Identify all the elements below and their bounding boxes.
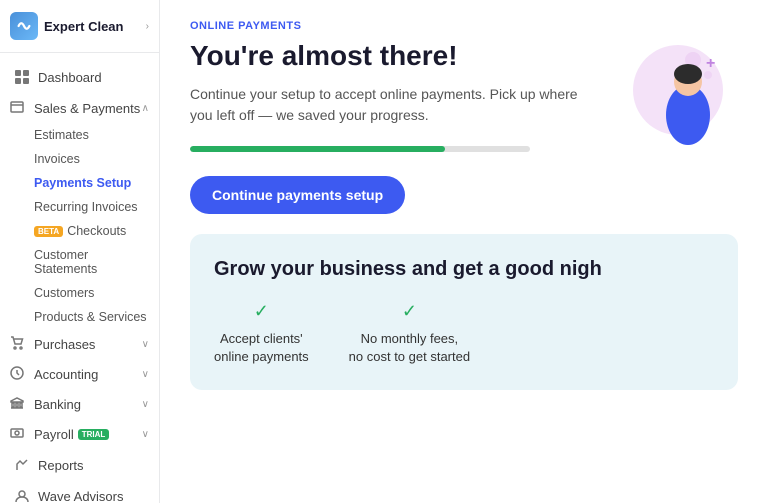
dashboard-label: Dashboard (38, 70, 102, 85)
app-name: Expert Clean (44, 19, 146, 34)
payroll-label: Payroll (34, 427, 74, 442)
accounting-label: Accounting (34, 367, 98, 382)
products-services-label: Products & Services (34, 310, 147, 324)
sidebar-item-customer-statements[interactable]: Customer Statements (0, 243, 159, 281)
invoices-label: Invoices (34, 152, 80, 166)
svg-text:+: + (706, 55, 715, 72)
sidebar-item-banking[interactable]: Banking ∨ (0, 389, 159, 419)
trial-badge: TRIAL (78, 429, 110, 440)
sidebar-item-products-services[interactable]: Products & Services (0, 305, 159, 329)
sidebar-item-dashboard[interactable]: Dashboard (4, 62, 155, 92)
promo-section: Grow your business and get a good nigh ✓… (190, 234, 738, 390)
main-content: ONLINE PAYMENTS You're almost there! Con… (160, 0, 768, 503)
sales-payments-label: Sales & Payments (34, 101, 140, 116)
hero-illustration: + (618, 40, 738, 155)
promo-feature-1: ✓ Accept clients'online payments (214, 301, 309, 366)
check-icon-1: ✓ (214, 301, 309, 322)
sales-chevron-icon: ∧ (142, 103, 149, 114)
banking-label: Banking (34, 397, 81, 412)
customer-statements-label: Customer Statements (34, 248, 149, 276)
sidebar-logo[interactable]: Expert Clean › (0, 0, 159, 53)
sidebar-item-invoices[interactable]: Invoices (0, 147, 159, 171)
section-label: ONLINE PAYMENTS (190, 20, 738, 32)
wave-advisors-label: Wave Advisors (38, 489, 124, 503)
promo-feature-text-2: No monthly fees,no cost to get started (349, 330, 470, 366)
dashboard-icon (14, 69, 30, 85)
payroll-icon (10, 426, 26, 442)
payments-setup-label: Payments Setup (34, 176, 131, 190)
payroll-chevron-icon: ∨ (142, 429, 149, 440)
sidebar-item-payroll[interactable]: Payroll TRIAL ∨ (0, 419, 159, 449)
promo-feature-2: ✓ No monthly fees,no cost to get started (349, 301, 470, 366)
purchases-icon (10, 336, 26, 352)
sales-icon (10, 100, 26, 116)
progress-bar-container (190, 146, 530, 152)
continue-payments-setup-button[interactable]: Continue payments setup (190, 176, 405, 214)
accounting-chevron-icon: ∨ (142, 369, 149, 380)
sidebar-item-payments-setup[interactable]: Payments Setup (0, 171, 159, 195)
sidebar-item-purchases[interactable]: Purchases ∨ (0, 329, 159, 359)
logo-chevron-icon: › (146, 21, 149, 32)
app-logo-icon (10, 12, 38, 40)
accounting-icon (10, 366, 26, 382)
promo-feature-text-1: Accept clients'online payments (214, 330, 309, 366)
sidebar: Expert Clean › Dashboard Sales (0, 0, 160, 503)
reports-icon (14, 457, 30, 473)
payments-setup-page: ONLINE PAYMENTS You're almost there! Con… (160, 0, 768, 410)
checkouts-label: Checkouts (67, 224, 126, 238)
beta-badge: BETA (34, 226, 63, 237)
promo-title: Grow your business and get a good nigh (214, 258, 714, 281)
hero-subtitle: Continue your setup to accept online pay… (190, 84, 598, 126)
customers-label: Customers (34, 286, 94, 300)
sidebar-item-recurring-invoices[interactable]: Recurring Invoices (0, 195, 159, 219)
estimates-label: Estimates (34, 128, 89, 142)
purchases-label: Purchases (34, 337, 95, 352)
main-nav: Dashboard Sales & Payments ∧ Estimates I… (0, 53, 159, 503)
sidebar-item-checkouts[interactable]: BETA Checkouts (0, 219, 159, 243)
sidebar-item-estimates[interactable]: Estimates (0, 123, 159, 147)
banking-chevron-icon: ∨ (142, 399, 149, 410)
promo-features: ✓ Accept clients'online payments ✓ No mo… (214, 301, 714, 366)
reports-label: Reports (38, 458, 84, 473)
hero-title: You're almost there! (190, 40, 598, 72)
sidebar-item-reports[interactable]: Reports (4, 450, 155, 480)
sidebar-item-accounting[interactable]: Accounting ∨ (0, 359, 159, 389)
sidebar-item-wave-advisors[interactable]: Wave Advisors (4, 481, 155, 503)
hero-text: You're almost there! Continue your setup… (190, 40, 598, 214)
sidebar-item-customers[interactable]: Customers (0, 281, 159, 305)
hero-section: You're almost there! Continue your setup… (190, 40, 738, 214)
recurring-invoices-label: Recurring Invoices (34, 200, 138, 214)
banking-icon (10, 396, 26, 412)
purchases-chevron-icon: ∨ (142, 339, 149, 350)
check-icon-2: ✓ (349, 301, 470, 322)
sidebar-item-sales-payments[interactable]: Sales & Payments ∧ (0, 93, 159, 123)
wave-advisors-icon (14, 488, 30, 503)
progress-bar-fill (190, 146, 445, 152)
